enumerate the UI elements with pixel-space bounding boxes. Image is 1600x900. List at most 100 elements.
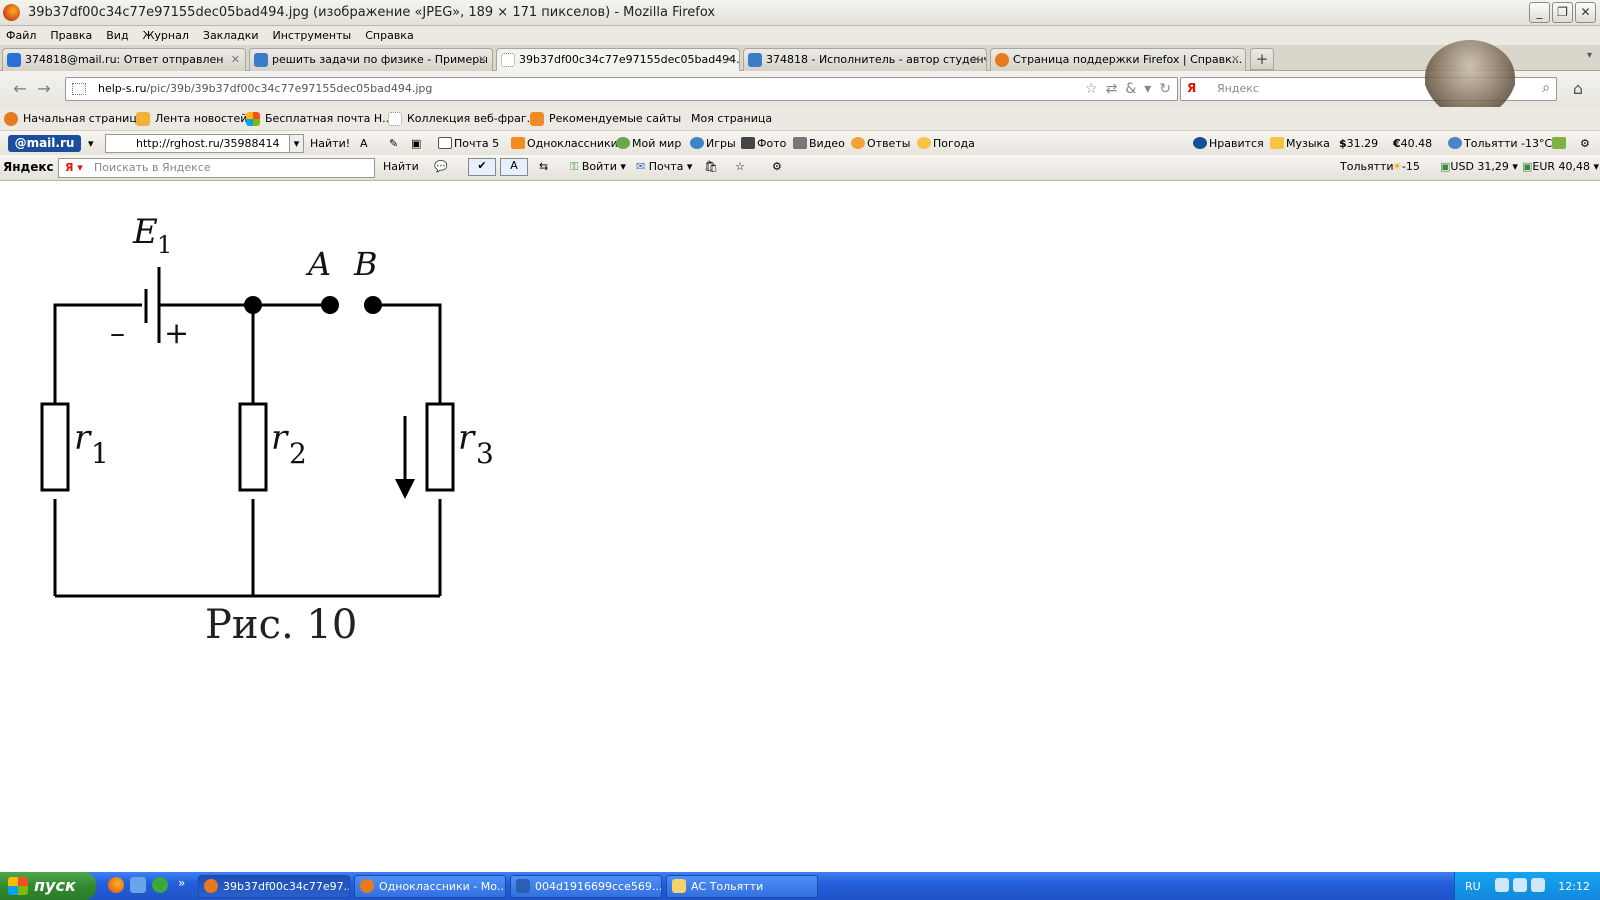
task-odnoklassniki[interactable]: Одноклассники - Мо... — [354, 875, 506, 898]
star-icon[interactable]: ☆ — [735, 160, 745, 173]
menu-file[interactable]: Файл — [6, 26, 36, 45]
gear-icon[interactable]: ⚙ — [772, 160, 782, 173]
menu-tools[interactable]: Инструменты — [273, 26, 352, 45]
tab-close-icon[interactable]: ✕ — [1231, 49, 1240, 71]
tab-close-icon[interactable]: ✕ — [478, 49, 487, 71]
yandex-mail[interactable]: ✉ Почта ▾ — [636, 160, 692, 173]
mailru-odnoklassniki[interactable]: Одноклассники — [511, 135, 618, 153]
yandex-icon[interactable]: Я — [1187, 81, 1201, 96]
url-bar[interactable]: help-s.ru/pic/39b/39b37df00c34c77e97155d… — [65, 77, 1178, 101]
yandex-search-input[interactable]: Я ▾ Поискать в Яндексе — [58, 158, 375, 178]
text-icon[interactable]: A — [500, 158, 528, 176]
mailru-games[interactable]: Игры — [690, 135, 736, 153]
network-icon[interactable] — [1513, 878, 1527, 892]
url-text[interactable]: help-s.ru/pic/39b/39b37df00c34c77e97155d… — [98, 82, 432, 95]
tab-close-icon[interactable]: ✕ — [725, 49, 734, 71]
start-button[interactable]: пуск — [0, 872, 96, 900]
yandex-city[interactable]: Тольятти — [1340, 160, 1394, 173]
font-icon[interactable]: A — [360, 135, 368, 153]
mailru-usd[interactable]: $31.29 — [1339, 135, 1378, 153]
mailru-city-label: Тольятти -13°C — [1464, 137, 1553, 150]
quicklaunch-app-icon[interactable] — [152, 877, 168, 893]
back-button[interactable]: ← — [10, 79, 30, 99]
tab-mail[interactable]: 374818@mail.ru: Ответ отправлен ✕ — [2, 48, 246, 71]
mailru-photo[interactable]: Фото — [741, 135, 786, 153]
mailru-logo[interactable]: @mail.ru — [8, 135, 81, 152]
tab-executor[interactable]: 374818 - Исполнитель - автор студенч... … — [743, 48, 987, 71]
page-icon[interactable]: ▣ — [411, 135, 421, 153]
bookmark-webslices[interactable]: Коллекция веб-фраг... — [388, 110, 537, 128]
tray-back-icon[interactable] — [1495, 878, 1509, 892]
reload-icon[interactable]: ↻ — [1159, 81, 1171, 97]
translate-icon[interactable]: ⇄ — [1106, 81, 1118, 97]
tab-close-icon[interactable]: ✕ — [231, 49, 240, 71]
people-icon — [616, 137, 630, 149]
bookmark-hotmail[interactable]: Бесплатная почта Н... — [246, 110, 393, 128]
yandex-weather[interactable]: ☀-15 — [1392, 160, 1420, 173]
star-icon[interactable]: ☆ — [1085, 81, 1098, 97]
tab-list-chevron-icon[interactable]: ▾ — [1587, 50, 1592, 61]
mailru-mail[interactable]: Почта 5 — [438, 135, 499, 153]
minus-sign: – — [110, 316, 125, 351]
bookmark-recommended[interactable]: Рекомендуемые сайты — [530, 110, 681, 128]
mailru-weather[interactable]: Погода — [917, 135, 975, 153]
bag-icon[interactable]: 🛍 — [704, 160, 718, 173]
mailru-music[interactable]: Музыка — [1270, 135, 1330, 153]
mailru-weather-city[interactable]: Тольятти -13°C — [1448, 135, 1552, 153]
mailru-search-input[interactable]: http://rghost.ru/35988414 — [105, 134, 304, 153]
yandex-usd[interactable]: ▣USD 31,29 ▾ — [1440, 160, 1518, 173]
menu-help[interactable]: Справка — [365, 26, 413, 45]
tab-close-icon[interactable]: ✕ — [972, 49, 981, 71]
menu-edit[interactable]: Правка — [50, 26, 92, 45]
firefox-quicklaunch-icon[interactable] — [108, 877, 124, 893]
checklist-icon[interactable]: ✔ — [468, 158, 496, 176]
mailru-my-world[interactable]: Мой мир — [616, 135, 681, 153]
close-button[interactable]: ✕ — [1575, 2, 1596, 23]
search-icon[interactable]: ⌕ — [1542, 80, 1550, 96]
forward-button[interactable]: → — [34, 79, 54, 99]
task-label: 39b37df00c34c77e97... — [223, 880, 350, 893]
comment-icon[interactable]: 💬 — [434, 160, 448, 173]
mailru-eur[interactable]: €40.48 — [1393, 135, 1432, 153]
map-icon[interactable] — [1552, 135, 1568, 153]
menu-view[interactable]: Вид — [106, 26, 128, 45]
bookmark-news[interactable]: Лента новостей — [136, 110, 247, 128]
mailru-find-button[interactable]: Найти! — [310, 135, 350, 153]
translate-icon[interactable]: ⇆ — [539, 160, 548, 173]
show-desktop-icon[interactable] — [130, 877, 146, 893]
mailru-video[interactable]: Видео — [793, 135, 845, 153]
yandex-eur[interactable]: ▣EUR 40,48 ▾ — [1522, 160, 1599, 173]
ampersand-icon[interactable]: & — [1125, 81, 1136, 97]
yandex-find-button[interactable]: Найти — [383, 160, 419, 173]
quicklaunch-more-chevron-icon[interactable]: » — [178, 876, 185, 890]
dropdown-chevron-icon[interactable]: ▾ — [1144, 81, 1151, 97]
mailru-dropdown-icon[interactable]: ▾ — [289, 134, 304, 153]
site-identity-icon[interactable] — [72, 83, 86, 95]
yandex-login[interactable]: ⚿ Войти ▾ — [570, 160, 626, 174]
mailru-ok-label: Одноклассники — [527, 137, 618, 150]
task-firefox-image[interactable]: 39b37df00c34c77e97... — [198, 875, 350, 898]
menu-history[interactable]: Журнал — [143, 26, 189, 45]
task-folder[interactable]: АС Тольятти — [666, 875, 818, 898]
settings-gear-icon[interactable]: ⚙ — [1580, 135, 1590, 153]
yandex-logo[interactable]: Яндекс ▾ — [3, 160, 64, 174]
bookmark-label: Лента новостей — [155, 112, 248, 125]
mailru-answers[interactable]: Ответы — [851, 135, 910, 153]
language-indicator[interactable]: RU — [1465, 880, 1481, 893]
minimize-button[interactable]: _ — [1529, 2, 1550, 23]
bookmark-home[interactable]: Начальная страница — [4, 110, 144, 128]
mailru-like[interactable]: Нравится — [1193, 135, 1264, 153]
new-tab-button[interactable]: + — [1250, 48, 1274, 70]
tab-support[interactable]: Страница поддержки Firefox | Справк... ✕ — [990, 48, 1246, 71]
menu-bookmarks[interactable]: Закладки — [203, 26, 259, 45]
task-word-document[interactable]: 004d1916699cce569... — [510, 875, 662, 898]
bookmark-my-page[interactable]: Моя страница — [672, 110, 772, 128]
tab-image[interactable]: 39b37df00c34c77e97155dec05bad494.j... ✕ — [496, 48, 740, 72]
tab-physics[interactable]: решить задачи по физике - Примеры - ... … — [249, 48, 493, 71]
maximize-button[interactable]: ❐ — [1552, 2, 1573, 23]
home-button[interactable]: ⌂ — [1566, 79, 1590, 99]
mailru-menu-chevron-icon[interactable]: ▾ — [88, 135, 94, 153]
pencil-icon[interactable]: ✎ — [389, 135, 398, 153]
volume-icon[interactable] — [1531, 878, 1545, 892]
clock[interactable]: 12:12 — [1558, 880, 1590, 893]
